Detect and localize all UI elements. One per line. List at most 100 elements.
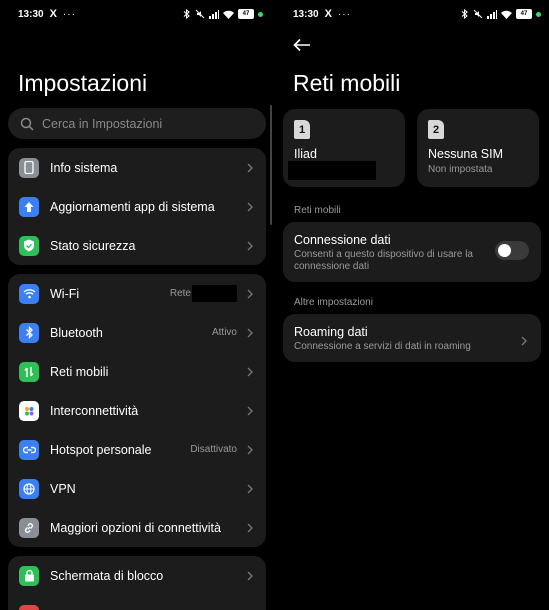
data-connection-toggle[interactable] — [495, 241, 529, 260]
settings-item-info-sistema[interactable]: Info sistema — [8, 148, 266, 187]
settings-item-reti-mobili[interactable]: Reti mobili — [8, 352, 266, 391]
roaming-row[interactable]: Roaming dati Connessione a servizi di da… — [283, 314, 541, 362]
phone-icon — [19, 157, 39, 178]
back-button[interactable] — [293, 38, 311, 57]
chevron-right-icon — [243, 523, 257, 533]
page-title: Reti mobili — [293, 70, 401, 96]
settings-group-display: Schermata di blocco — [8, 556, 266, 610]
settings-item-interconnettivita[interactable]: Interconnettività — [8, 391, 266, 430]
chevron-right-icon — [243, 445, 257, 455]
scrollbar[interactable] — [270, 105, 272, 225]
chevron-right-icon — [243, 484, 257, 494]
redacted-block — [192, 285, 237, 302]
battery-icon: 47 — [238, 9, 254, 19]
sim-2-name: Nessuna SIM — [428, 147, 504, 161]
mobile-data-icon — [19, 361, 39, 382]
chevron-right-icon — [243, 241, 257, 251]
sim-1-name: Iliad — [294, 147, 317, 161]
settings-item-vpn[interactable]: VPN — [8, 469, 266, 508]
settings-item-label: Bluetooth — [50, 325, 103, 340]
roaming-title: Roaming dati — [294, 325, 368, 339]
arrow-up-icon — [19, 196, 39, 217]
settings-item-label: Aggiornamenti app di sistema — [50, 199, 215, 214]
settings-item-schermata-blocco[interactable]: Schermata di blocco — [8, 556, 266, 595]
toggle-knob — [498, 244, 511, 257]
signal-status-icon — [209, 9, 219, 19]
settings-item-maggiori-opzioni[interactable]: Maggiori opzioni di connettività — [8, 508, 266, 547]
search-placeholder: Cerca in Impostazioni — [42, 116, 163, 131]
sim-1-number — [288, 161, 376, 180]
status-bar: 13:30 X ··· 47 — [18, 6, 263, 22]
wifi-icon — [19, 283, 39, 304]
sim-2-icon: 2 — [428, 120, 444, 139]
chevron-right-icon — [243, 328, 257, 338]
vpn-icon — [19, 478, 39, 499]
search-icon — [20, 117, 34, 131]
settings-item-bluetooth[interactable]: Bluetooth Attivo — [8, 313, 266, 352]
bluetooth-status-icon — [183, 9, 190, 19]
settings-item-label: Interconnettività — [50, 403, 139, 418]
wifi-status-icon — [501, 10, 512, 19]
settings-item-label: Wi-Fi — [50, 286, 80, 301]
settings-item-wifi[interactable]: Wi-Fi Rete — [8, 274, 266, 313]
data-connection-row[interactable]: Connessione dati Consenti a questo dispo… — [283, 222, 541, 282]
hotspot-status: Disattivato — [190, 444, 237, 455]
lock-icon — [19, 565, 39, 586]
sim-card-2[interactable]: 2 Nessuna SIM Non impostata — [417, 109, 539, 187]
interconnect-icon — [19, 400, 39, 421]
section-header-reti-mobili: Reti mobili — [294, 205, 341, 216]
sim-2-status: Non impostata — [428, 164, 493, 175]
hotspot-icon — [19, 439, 39, 460]
settings-item-label: VPN — [50, 481, 76, 496]
shield-icon — [19, 235, 39, 256]
settings-item-label: Reti mobili — [50, 364, 109, 379]
status-bar: 13:30 X ··· 47 — [293, 6, 541, 22]
bluetooth-status: Attivo — [211, 327, 237, 338]
more-notifications-icon: ··· — [62, 8, 76, 20]
link-icon — [19, 517, 39, 538]
chevron-right-icon — [521, 333, 527, 351]
settings-item-hotspot[interactable]: Hotspot personale Disattivato — [8, 430, 266, 469]
chevron-right-icon — [243, 163, 257, 173]
roaming-desc: Connessione a servizi di dati in roaming — [294, 341, 471, 352]
recording-dot-icon — [258, 11, 263, 17]
partial-app-icon — [19, 604, 39, 610]
data-connection-desc: Consenti a questo dispositivo di usare l… — [294, 249, 473, 272]
chevron-right-icon — [243, 406, 257, 416]
status-time: 13:30 — [18, 8, 44, 20]
signal-status-icon — [487, 9, 497, 19]
recording-dot-icon — [536, 11, 541, 17]
settings-panel: 13:30 X ··· 47 Impostazioni Cerca in Imp… — [0, 0, 275, 610]
settings-item-stato-sicurezza[interactable]: Stato sicurezza — [8, 226, 266, 265]
chevron-right-icon — [243, 367, 257, 377]
chevron-right-icon — [243, 571, 257, 581]
arrow-left-icon — [293, 38, 310, 52]
settings-item-label: Info sistema — [50, 160, 118, 175]
search-input[interactable]: Cerca in Impostazioni — [8, 108, 266, 139]
settings-item-label: Schermata di blocco — [50, 568, 164, 583]
bluetooth-status-icon — [461, 9, 468, 19]
settings-item-next-partial[interactable] — [8, 595, 266, 610]
data-connection-title: Connessione dati — [294, 233, 391, 247]
chevron-right-icon — [243, 202, 257, 212]
settings-item-label: Hotspot personale — [50, 442, 152, 457]
settings-group-system: Info sistema Aggiornamenti app di sistem… — [8, 148, 266, 265]
settings-item-label: Stato sicurezza — [50, 238, 136, 253]
x-app-icon: X — [324, 8, 332, 20]
chevron-right-icon — [243, 289, 257, 299]
wifi-status-icon — [223, 10, 234, 19]
status-time: 13:30 — [293, 8, 319, 20]
sim-card-1[interactable]: 1 Iliad — [283, 109, 405, 187]
settings-item-aggiornamenti[interactable]: Aggiornamenti app di sistema — [8, 187, 266, 226]
redacted-block — [288, 161, 376, 180]
x-app-icon: X — [49, 8, 57, 20]
settings-group-connectivity: Wi-Fi Rete Bluetooth Attivo Reti mobili … — [8, 274, 266, 547]
bluetooth-icon — [19, 322, 39, 343]
mute-status-icon — [473, 9, 483, 19]
mobile-networks-panel: 13:30 X ··· 47 Reti mobili 1 Iliad 2 Nes… — [283, 0, 549, 610]
section-header-altre-impostazioni: Altre impostazioni — [294, 297, 373, 308]
battery-icon: 47 — [516, 9, 532, 19]
page-title: Impostazioni — [18, 70, 148, 96]
settings-item-label: Maggiori opzioni di connettività — [50, 520, 221, 535]
wifi-network-name: Rete — [170, 285, 237, 302]
